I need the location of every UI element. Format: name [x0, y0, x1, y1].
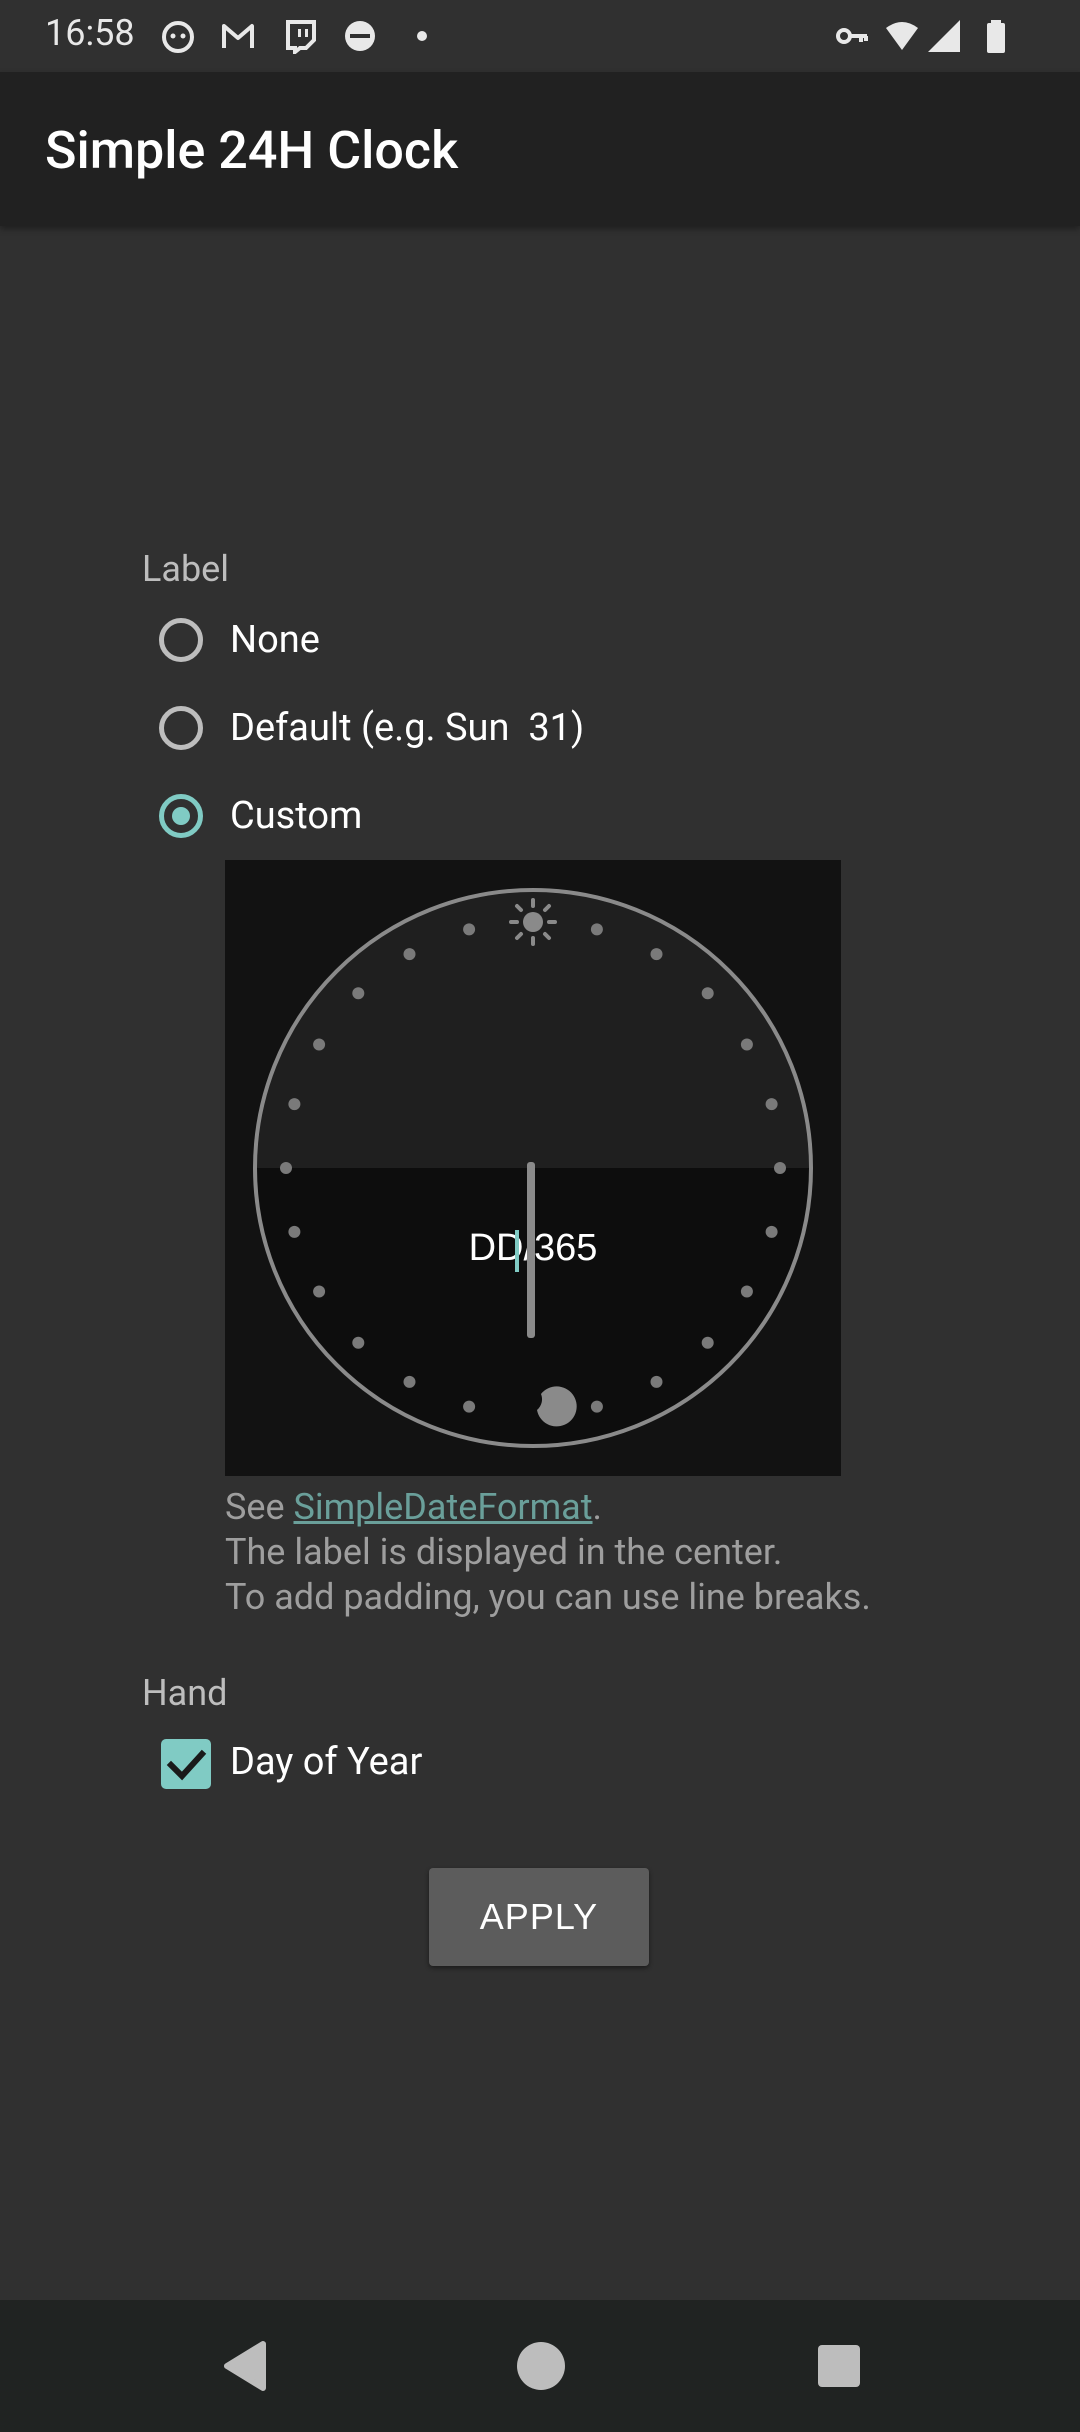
hour-dot — [352, 1336, 365, 1349]
gmail-icon — [222, 24, 254, 48]
apply-button[interactable]: APPLY — [429, 1868, 649, 1966]
radio-button[interactable] — [159, 618, 203, 662]
label-heading: Label — [142, 548, 230, 590]
vpn-key-icon — [836, 28, 868, 44]
battery-icon — [987, 20, 1005, 53]
status-time: 16:58 — [45, 12, 135, 54]
hour-dot — [280, 1162, 292, 1174]
sun-icon — [509, 898, 557, 946]
hour-dot — [774, 1162, 786, 1174]
status-bar: 16:58 — [0, 0, 1080, 72]
day-of-year-checkbox[interactable] — [161, 1739, 211, 1789]
radio-button[interactable] — [159, 706, 203, 750]
hour-dot — [288, 1098, 301, 1111]
hour-dot — [765, 1225, 778, 1238]
clock-preview: DD/365 — [225, 860, 841, 1476]
checkbox-label: Day of Year — [230, 1740, 423, 1784]
hint-line-1: See SimpleDateFormat. — [225, 1486, 602, 1528]
hint-line-3: To add padding, you can use line breaks. — [225, 1576, 871, 1618]
simpledateformat-link[interactable]: SimpleDateFormat — [293, 1486, 592, 1528]
radio-option-custom[interactable]: Custom — [155, 786, 855, 856]
twitch-icon — [286, 20, 316, 54]
hour-dot — [403, 1375, 416, 1388]
hint-line-2: The label is displayed in the center. — [225, 1531, 783, 1573]
wifi-icon — [886, 22, 918, 50]
hour-dot — [650, 1375, 663, 1388]
radio-label: None — [230, 618, 320, 662]
back-icon[interactable] — [209, 2330, 281, 2402]
radio-option-none[interactable]: None — [155, 610, 855, 680]
app-title: Simple 24H Clock — [45, 120, 459, 181]
moon-icon — [537, 1386, 577, 1427]
hint-suffix: . — [592, 1486, 603, 1528]
hour-dot — [463, 923, 476, 936]
hour-dot — [313, 1285, 326, 1298]
hour-dot — [765, 1098, 778, 1111]
navigation-bar — [0, 2300, 1080, 2432]
day-of-year-checkbox-row[interactable]: Day of Year — [155, 1730, 755, 1800]
signal-icon — [928, 20, 960, 52]
radio-label: Custom — [230, 794, 363, 838]
hand-heading: Hand — [142, 1672, 228, 1714]
hour-dot — [701, 1336, 714, 1349]
hour-dot — [403, 948, 416, 961]
radio-button[interactable] — [159, 794, 203, 838]
hour-dot — [701, 987, 714, 1000]
cat-face-icon — [162, 21, 194, 53]
text-cursor — [515, 1230, 519, 1272]
hour-dot — [288, 1225, 301, 1238]
checkmark-icon — [166, 1749, 207, 1781]
radio-label: Default (e.g. Sun 31) — [230, 706, 585, 750]
hour-dot — [650, 948, 663, 961]
hour-dot — [352, 987, 365, 1000]
dot-icon — [417, 31, 427, 41]
hour-dot — [740, 1038, 753, 1051]
hour-dot — [590, 1400, 603, 1413]
clock-face: DD/365 — [253, 888, 813, 1448]
hour-dot — [313, 1038, 326, 1051]
hour-dot — [463, 1400, 476, 1413]
recents-icon[interactable] — [803, 2330, 875, 2402]
radio-option-default[interactable]: Default (e.g. Sun 31) — [155, 698, 855, 768]
scooter-face-icon — [345, 21, 375, 51]
hour-dot — [590, 923, 603, 936]
hour-dot — [740, 1285, 753, 1298]
hint-prefix: See — [225, 1486, 294, 1528]
day-of-year-hand — [527, 1162, 535, 1338]
app-bar: Simple 24H Clock — [0, 72, 1080, 226]
home-icon[interactable] — [505, 2330, 577, 2402]
